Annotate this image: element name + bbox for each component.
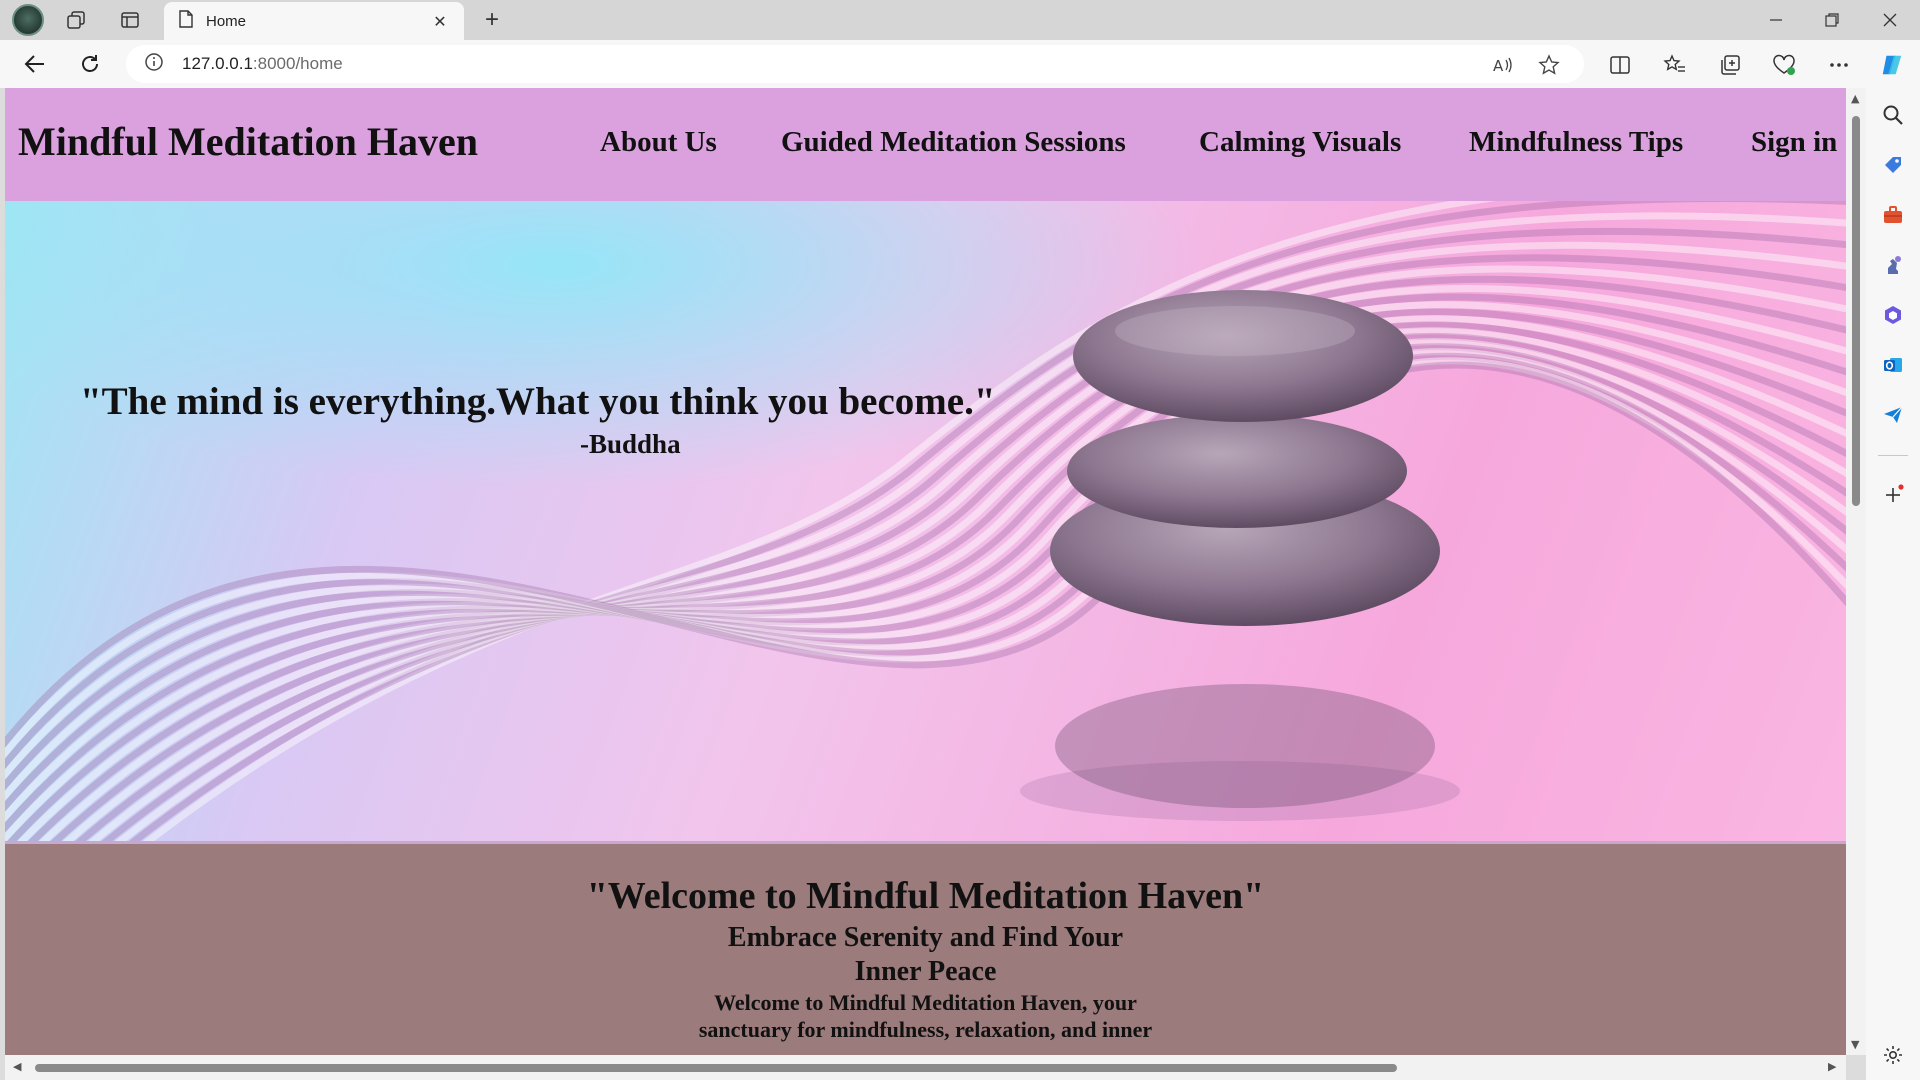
site-info-icon[interactable] (144, 52, 164, 76)
microsoft-365-icon[interactable] (1880, 302, 1906, 328)
games-chess-icon[interactable] (1880, 252, 1906, 278)
site-header: Mindful Meditation Haven About Us Guided… (5, 88, 1846, 201)
more-options-icon[interactable] (1827, 53, 1851, 77)
new-tab-button[interactable]: + (478, 6, 506, 34)
stacked-stones (1050, 290, 1440, 808)
close-tab-icon[interactable]: ✕ (430, 12, 450, 31)
split-screen-icon[interactable] (1608, 53, 1632, 77)
address-bar[interactable]: 127.0.0.1:8000/home A (126, 45, 1584, 83)
nav-guided-meditation-sessions[interactable]: Guided Meditation Sessions (781, 126, 1126, 159)
scroll-down-arrow-icon[interactable]: ▼ (1851, 1038, 1859, 1051)
welcome-body-line-1: Welcome to Mindful Meditation Haven, you… (714, 990, 1137, 1015)
shopping-tag-icon[interactable] (1880, 152, 1906, 178)
favorites-icon[interactable] (1663, 53, 1687, 77)
favorite-star-icon[interactable] (1538, 54, 1560, 76)
nav-calming-visuals[interactable]: Calming Visuals (1199, 126, 1401, 159)
minimize-icon[interactable] (1754, 6, 1798, 34)
welcome-subheading-line-1: Embrace Serenity and Find Your (727, 922, 1124, 953)
settings-gear-icon[interactable] (1880, 1042, 1906, 1068)
nav-sign-in[interactable]: Sign in (1751, 126, 1837, 159)
hero-quote: "The mind is everything.What you think y… (80, 380, 996, 423)
hero-quote-author: -Buddha (580, 429, 681, 459)
page-viewport: Mindful Meditation Haven About Us Guided… (5, 88, 1846, 1055)
welcome-subheading-line-2: Inner Peace (854, 956, 997, 987)
tools-briefcase-icon[interactable] (1880, 202, 1906, 228)
tab-title: Home (206, 12, 247, 30)
close-window-icon[interactable] (1868, 6, 1912, 34)
vertical-scrollbar[interactable]: ▲ ▼ (1846, 88, 1866, 1055)
welcome-body-line-2: sanctuary for mindfulness, relaxation, a… (698, 1017, 1153, 1042)
browser-toolbar: 127.0.0.1:8000/home A (0, 40, 1920, 88)
add-icon[interactable] (1880, 482, 1906, 508)
browser-tab-bar: Home ✕ + (0, 0, 1920, 40)
svg-text:A: A (1493, 57, 1504, 75)
sidebar-divider (1878, 455, 1908, 456)
workspaces-icon[interactable] (64, 8, 88, 32)
back-arrow-icon[interactable] (20, 50, 50, 78)
vertical-tabs-icon[interactable] (118, 8, 142, 32)
refresh-icon[interactable] (75, 50, 105, 78)
search-icon[interactable] (1880, 102, 1906, 128)
restore-icon[interactable] (1810, 6, 1854, 34)
read-aloud-icon[interactable]: A (1492, 54, 1514, 76)
scroll-right-arrow-icon[interactable]: ▶ (1828, 1060, 1836, 1073)
send-paper-plane-icon[interactable] (1880, 402, 1906, 428)
copilot-icon[interactable] (1880, 53, 1904, 77)
scroll-up-arrow-icon[interactable]: ▲ (1851, 92, 1859, 105)
welcome-section: "Welcome to Mindful Meditation Haven" Em… (5, 841, 1846, 1055)
page-icon (178, 10, 194, 32)
url-text: 127.0.0.1:8000/home (182, 54, 343, 73)
zen-garden-image (5, 201, 1846, 841)
scroll-left-arrow-icon[interactable]: ◀ (13, 1060, 21, 1073)
nav-about-us[interactable]: About Us (600, 126, 717, 159)
collections-icon[interactable] (1718, 53, 1742, 77)
site-title[interactable]: Mindful Meditation Haven (18, 118, 478, 165)
browser-essentials-icon[interactable] (1772, 53, 1796, 77)
outlook-icon[interactable] (1880, 352, 1906, 378)
hero-banner: "The mind is everything.What you think y… (5, 201, 1846, 841)
nav-mindfulness-tips[interactable]: Mindfulness Tips (1469, 126, 1683, 159)
vertical-scroll-thumb[interactable] (1852, 116, 1860, 506)
horizontal-scrollbar[interactable]: ◀ ▶ (5, 1055, 1846, 1080)
profile-avatar[interactable] (12, 4, 44, 36)
tab-home[interactable]: Home ✕ (164, 2, 464, 40)
edge-sidebar (1866, 88, 1920, 1080)
welcome-heading: "Welcome to Mindful Meditation Haven" (586, 875, 1265, 917)
horizontal-scroll-thumb[interactable] (35, 1064, 1397, 1072)
